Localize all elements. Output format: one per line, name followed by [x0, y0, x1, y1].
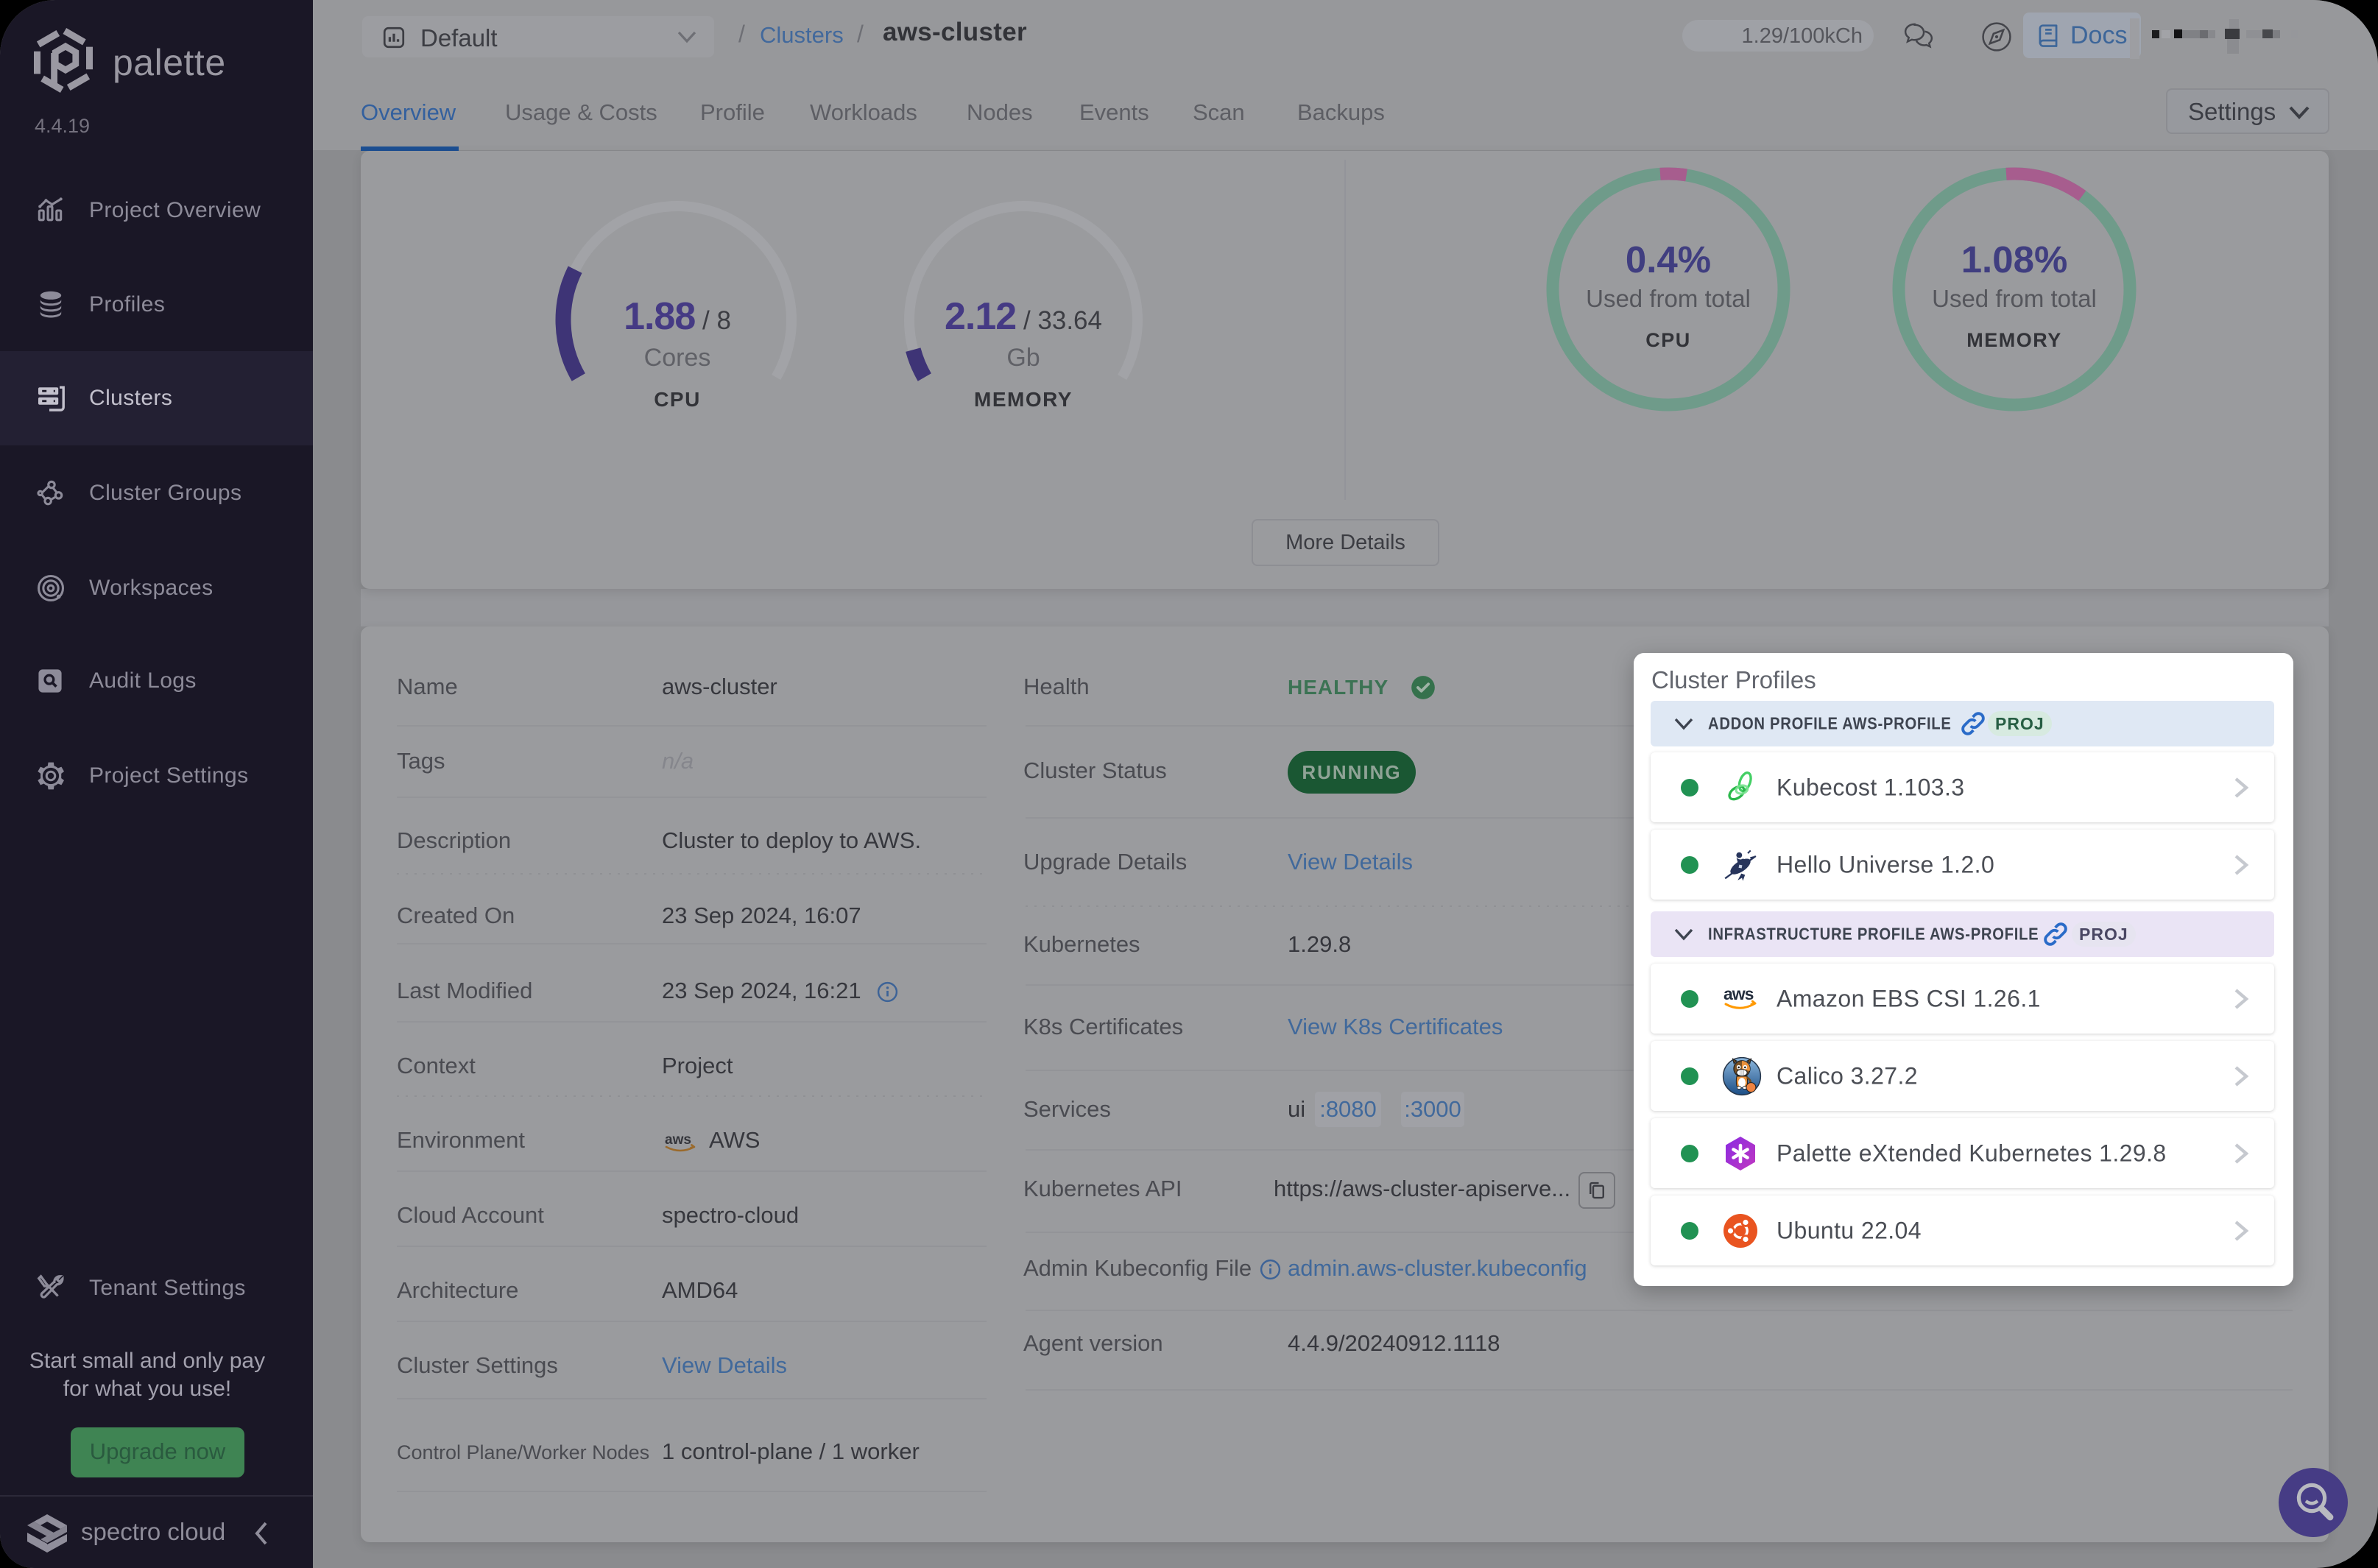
svg-text:aws: aws	[1723, 984, 1754, 1003]
svg-text:aws: aws	[665, 1132, 691, 1148]
